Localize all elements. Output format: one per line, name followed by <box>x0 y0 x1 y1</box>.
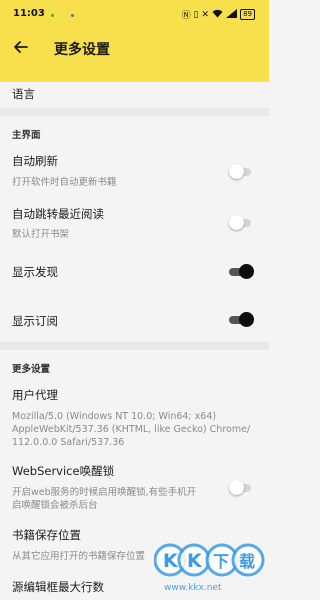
back-arrow-icon[interactable] <box>10 36 32 58</box>
watermark-url: www.kkx.net <box>164 583 222 593</box>
svg-text:K: K <box>163 550 179 572</box>
switch-knob <box>239 264 254 279</box>
switch-knob <box>229 215 244 230</box>
user-agent-value-line2: AppleWebKit/537.36 (KHTML, like Gecko) C… <box>12 424 251 435</box>
webservice-desc-line1: 开启web服务的时候启用唤醒锁,有些手机开 <box>12 487 197 498</box>
toolbar: 更多设置 <box>0 30 269 66</box>
webservice-switch[interactable] <box>229 480 253 496</box>
battery-icon: 89 <box>240 9 255 20</box>
status-icons: Ⓝ ▯ ✕ 89 <box>182 8 255 21</box>
show-subscribe-title[interactable]: 显示订阅 <box>12 313 58 329</box>
webservice-title[interactable]: WebService唤醒锁 <box>12 463 114 479</box>
vibrate-icon: ▯ <box>193 9 199 20</box>
user-agent-value-line3: 112.0.0.0 Safari/537.36 <box>12 437 125 448</box>
notification-dot-icon <box>71 14 74 17</box>
section-main-interface: 主界面 <box>12 130 41 141</box>
auto-refresh-desc: 打开软件时自动更新书籍 <box>12 177 117 188</box>
signal-icon <box>226 8 238 21</box>
switch-knob <box>239 312 254 327</box>
nfc-icon: Ⓝ <box>181 11 191 21</box>
source-editor-title[interactable]: 源编辑框最大行数 <box>12 579 104 595</box>
auto-jump-desc: 默认打开书架 <box>12 229 70 240</box>
show-subscribe-switch[interactable] <box>229 312 254 328</box>
auto-refresh-title[interactable]: 自动刷新 <box>12 153 58 169</box>
status-bar: 11:03 Ⓝ ▯ ✕ 89 <box>0 6 269 24</box>
mute-icon: ✕ <box>201 9 210 20</box>
book-storage-desc: 从其它应用打开的书籍保存位置 <box>12 551 146 562</box>
webservice-desc-line2: 启唤醒锁会被杀后台 <box>12 500 98 511</box>
svg-text:载: 载 <box>239 552 255 571</box>
notification-dot-icon <box>51 14 54 17</box>
divider <box>0 342 269 350</box>
auto-jump-title[interactable]: 自动跳转最近阅读 <box>12 206 104 222</box>
section-more-settings: 更多设置 <box>12 364 51 375</box>
divider <box>0 108 269 116</box>
book-storage-title[interactable]: 书籍保存位置 <box>12 527 81 543</box>
user-agent-title[interactable]: 用户代理 <box>12 387 58 403</box>
status-time: 11:03 <box>13 8 45 19</box>
wifi-icon <box>212 9 223 21</box>
language-setting[interactable]: 语言 <box>12 86 35 102</box>
switch-knob <box>229 480 244 495</box>
page-title: 更多设置 <box>54 42 110 58</box>
svg-text:下: 下 <box>213 552 229 571</box>
svg-text:K: K <box>187 550 203 572</box>
show-discover-switch[interactable] <box>229 264 254 280</box>
kk-watermark-logo: K K 下 载 <box>154 543 265 577</box>
switch-knob <box>229 164 244 179</box>
app-header: 11:03 Ⓝ ▯ ✕ 89 更多设置 <box>0 0 269 82</box>
user-agent-value-line1: Mozilla/5.0 (Windows NT 10.0; Win64; x64… <box>12 411 217 422</box>
show-discover-title[interactable]: 显示发现 <box>12 264 58 280</box>
auto-refresh-switch[interactable] <box>229 164 253 180</box>
auto-jump-switch[interactable] <box>229 215 253 231</box>
